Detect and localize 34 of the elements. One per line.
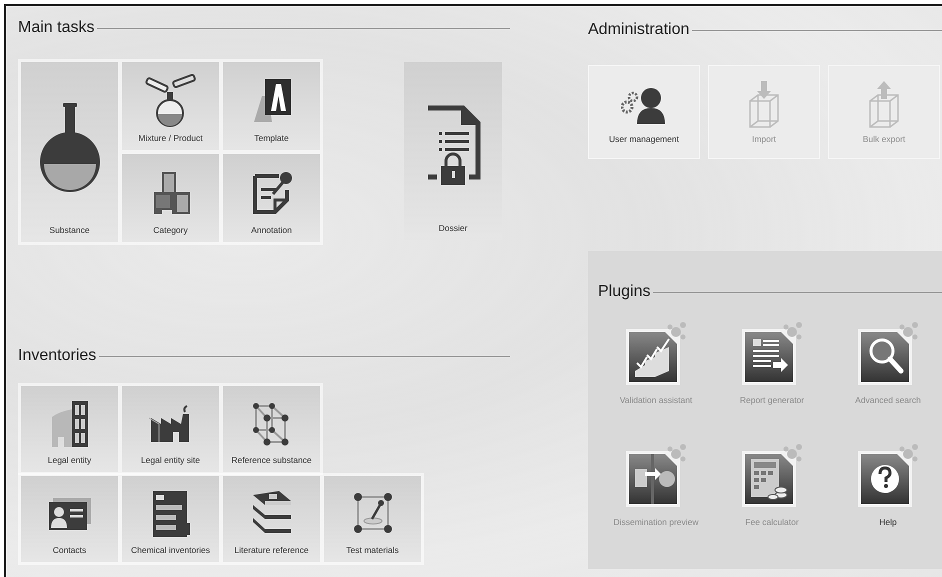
tile-button[interactable]: Chemical inventories: [122, 476, 219, 562]
question-circle-icon: [857, 443, 919, 509]
tile-button[interactable]: User management: [588, 65, 700, 159]
calculator-coins-icon: [741, 443, 803, 509]
tile-button[interactable]: Test materials: [324, 476, 421, 562]
tile-button[interactable]: Legal entity: [21, 386, 118, 472]
tile-button[interactable]: Substance: [21, 62, 118, 242]
tile-button[interactable]: Legal entity site: [122, 386, 219, 472]
tile-button[interactable]: Literature reference: [223, 476, 320, 562]
mixture-icon: [144, 74, 196, 128]
section-heading: Inventories: [18, 347, 96, 365]
tile-button[interactable]: Category: [122, 154, 219, 242]
tile-button[interactable]: Contacts: [21, 476, 118, 562]
id-card-icon: [46, 496, 92, 532]
flask-icon: [38, 100, 102, 192]
chemical-list-icon: [150, 488, 190, 538]
document-globe-icon: [625, 443, 687, 509]
tile-button[interactable]: Reference substance: [223, 386, 320, 472]
building-icon: [50, 398, 90, 448]
tile-button[interactable]: Mixture / Product: [122, 62, 219, 150]
section-heading: Main tasks: [18, 19, 94, 37]
report-arrow-icon: [741, 321, 803, 387]
tile-button[interactable]: Template: [223, 62, 320, 150]
section-heading: Plugins: [598, 283, 650, 301]
template-icon: [252, 78, 292, 124]
user-gears-icon: [621, 85, 667, 125]
tile-button[interactable]: Annotation: [223, 154, 320, 242]
tile-button[interactable]: Dossier: [404, 62, 502, 240]
note-icon: [250, 170, 292, 216]
search-icon: [857, 321, 919, 387]
locked-document-icon: [425, 104, 481, 186]
section-heading: Administration: [588, 21, 690, 39]
stair-checks-icon: [625, 321, 687, 387]
tile-button[interactable]: Help: [830, 443, 942, 561]
